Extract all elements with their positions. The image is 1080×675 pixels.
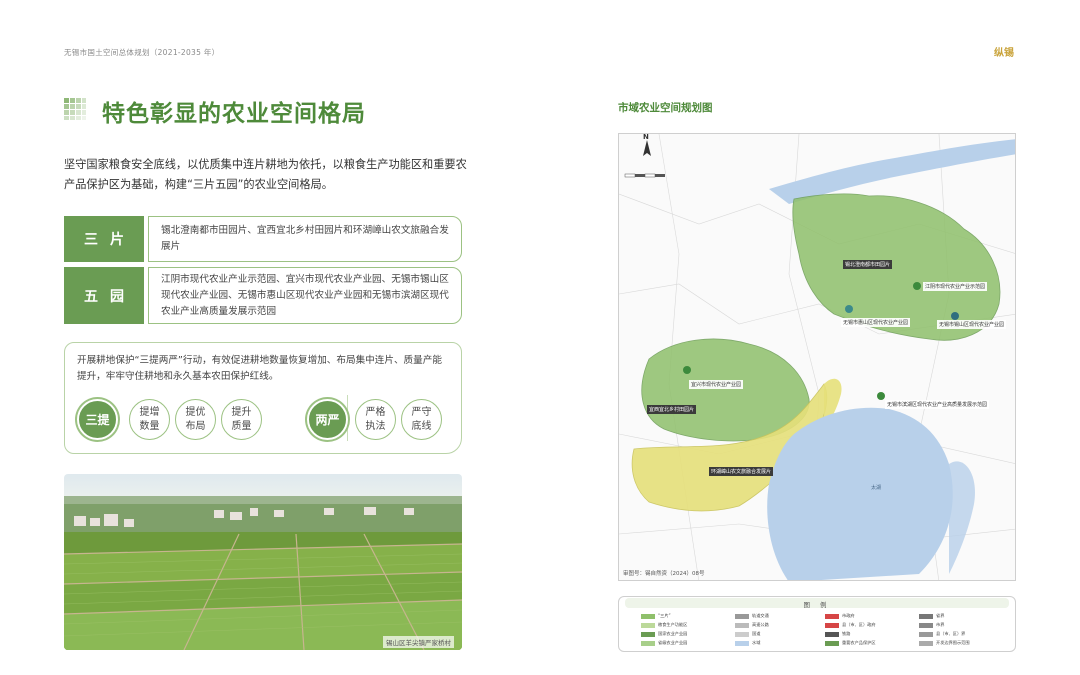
legend-swatch-icon [825, 622, 839, 628]
action-circle: 提增数量 [129, 399, 170, 440]
legend-label: 开发边界图示范围 [936, 640, 970, 645]
intro-paragraph: 坚守国家粮食安全底线，以优质集中连片耕地为依托，以粮食生产功能区和重要农产品保护… [64, 158, 467, 191]
legend-swatch-icon [735, 640, 749, 646]
legend-label: 国道 [752, 631, 761, 636]
legend-item: 省界 [919, 613, 944, 619]
legend-label: 重要农产品保护区 [842, 640, 876, 645]
three-raise-badge: 三提 [77, 399, 118, 440]
protection-box: 开展耕地保护“三提两严”行动，有效促进耕地数量恢复增加、布局集中连片、质量产能提… [64, 342, 462, 454]
category-description: 锡北澄南都市田园片、宜西宜北乡村田园片和环湖嶂山农文旅融合发展片 [148, 216, 462, 262]
map-canvas [619, 134, 1015, 580]
legend-item: 铁路 [825, 631, 850, 637]
legend-swatch-icon [735, 613, 749, 619]
legend-label: 市政府 [842, 613, 855, 618]
category-label: 五园 [64, 267, 144, 324]
legend-swatch-icon [825, 631, 839, 637]
action-circle: 严守底线 [401, 399, 442, 440]
legend-item: 国家农业产业园 [641, 631, 687, 637]
legend-swatch-icon [641, 640, 655, 646]
lake-label: 太湖 [871, 485, 882, 491]
legend-swatch-icon [825, 613, 839, 619]
legend-label: 县（市、区）界 [936, 631, 966, 636]
map-park-label: 江阴市现代农业产业示范园 [923, 282, 988, 291]
aerial-farmland-photo: 锡山区羊尖镇严家桥村 [64, 474, 462, 650]
category-row-five-parks: 五园 江阴市现代农业产业示范园、宜兴市现代农业产业园、无锡市锡山区现代农业产业园… [64, 267, 462, 324]
legend-item: 开发边界图示范围 [919, 640, 970, 646]
legend-item: 高速公路 [735, 622, 769, 628]
map-area-label: 宜西宜北乡村田园片 [647, 405, 697, 414]
document-title: 无锡市国土空间总体规划（2021-2035 年） [64, 48, 220, 57]
legend-swatch-icon [641, 631, 655, 637]
map-park-label: 无锡市锡山区现代农业产业园 [937, 320, 1007, 329]
legend-label: 县（市、区）政府 [842, 622, 876, 627]
legend-swatch-icon [919, 613, 933, 619]
legend-item: “三片” [641, 613, 671, 619]
legend-label: 粮食生产功能区 [658, 622, 688, 627]
action-circle: 提升质量 [221, 399, 262, 440]
legend-swatch-icon [641, 622, 655, 628]
legend-item: 重要农产品保护区 [825, 640, 876, 646]
legend-label: 市界 [936, 622, 945, 627]
legend-label: 省级农业产业园 [658, 640, 688, 645]
legend-swatch-icon [919, 622, 933, 628]
legend-title: 图 例 [803, 601, 831, 609]
legend-swatch-icon [641, 613, 655, 619]
legend-item: 市界 [919, 622, 944, 628]
action-label: 严守底线 [411, 406, 432, 432]
brand-logo: 纵锡 [994, 48, 1014, 59]
map-legend: 图 例 “三片” 粮食生产功能区 国家农业产业园 省级农业产业园 轨道交通高速公路国道水… [618, 596, 1016, 652]
legend-item: 轨道交通 [735, 613, 769, 619]
taihu-lake [767, 407, 953, 580]
map-area-label: 环湖嶂山农文旅融合发展片 [709, 467, 774, 476]
map-review-number: 审图号：锡自然资（2024）08号 [623, 571, 705, 577]
grid-icon [64, 98, 86, 120]
photo-caption: 锡山区羊尖镇严家桥村 [383, 636, 454, 648]
action-circle: 提优布局 [175, 399, 216, 440]
category-row-three-areas: 三片 锡北澄南都市田园片、宜西宜北乡村田园片和环湖嶂山农文旅融合发展片 [64, 216, 462, 262]
legend-item: 水域 [735, 640, 760, 646]
legend-label: 铁路 [842, 631, 851, 636]
legend-label: 高速公路 [752, 622, 769, 627]
legend-item: 省级农业产业园 [641, 640, 687, 646]
legend-swatch-icon [919, 640, 933, 646]
legend-swatch-icon [735, 631, 749, 637]
action-label: 严格执法 [365, 406, 386, 432]
agricultural-space-map[interactable]: N 锡北澄南都市田园片 宜西宜北乡村田园片 环湖嶂山农文旅融合发展片 江阴市现代… [618, 133, 1016, 581]
category-description: 江阴市现代农业产业示范园、宜兴市现代农业产业园、无锡市锡山区现代农业产业园、无锡… [148, 267, 462, 324]
legend-swatch-icon [735, 622, 749, 628]
map-park-label: 无锡市滨湖区现代农业产业高质量发展示范园 [885, 400, 990, 409]
legend-item: 县（市、区）政府 [825, 622, 876, 628]
legend-label: 省界 [936, 613, 945, 618]
map-park-label: 无锡市惠山区现代农业产业园 [841, 318, 911, 327]
legend-item: 国道 [735, 631, 760, 637]
legend-label: 轨道交通 [752, 613, 769, 618]
protection-text: 开展耕地保护“三提两严”行动，有效促进耕地数量恢复增加、布局集中连片、质量产能提… [77, 355, 442, 382]
legend-swatch-icon [825, 640, 839, 646]
farmland-illustration [64, 474, 462, 650]
action-label: 提升质量 [231, 406, 252, 432]
legend-item: 市政府 [825, 613, 855, 619]
action-circle: 严格执法 [355, 399, 396, 440]
legend-label: 水域 [752, 640, 761, 645]
action-label: 提增数量 [139, 406, 160, 432]
category-label: 三片 [64, 216, 144, 262]
legend-label: 国家农业产业园 [658, 631, 688, 636]
legend-label: “三片” [658, 613, 671, 618]
north-arrow-icon: N [643, 133, 649, 141]
legend-swatch-icon [919, 631, 933, 637]
action-label: 提优布局 [185, 406, 206, 432]
section-title: 特色彰显的农业空间格局 [102, 100, 366, 127]
two-strict-badge: 两严 [307, 399, 348, 440]
map-title: 市域农业空间规划图 [618, 102, 713, 114]
legend-item: 县（市、区）界 [919, 631, 965, 637]
map-area-label: 锡北澄南都市田园片 [843, 260, 893, 269]
legend-item: 粮食生产功能区 [641, 622, 687, 628]
map-park-label: 宜兴市现代农业产业园 [689, 380, 744, 389]
